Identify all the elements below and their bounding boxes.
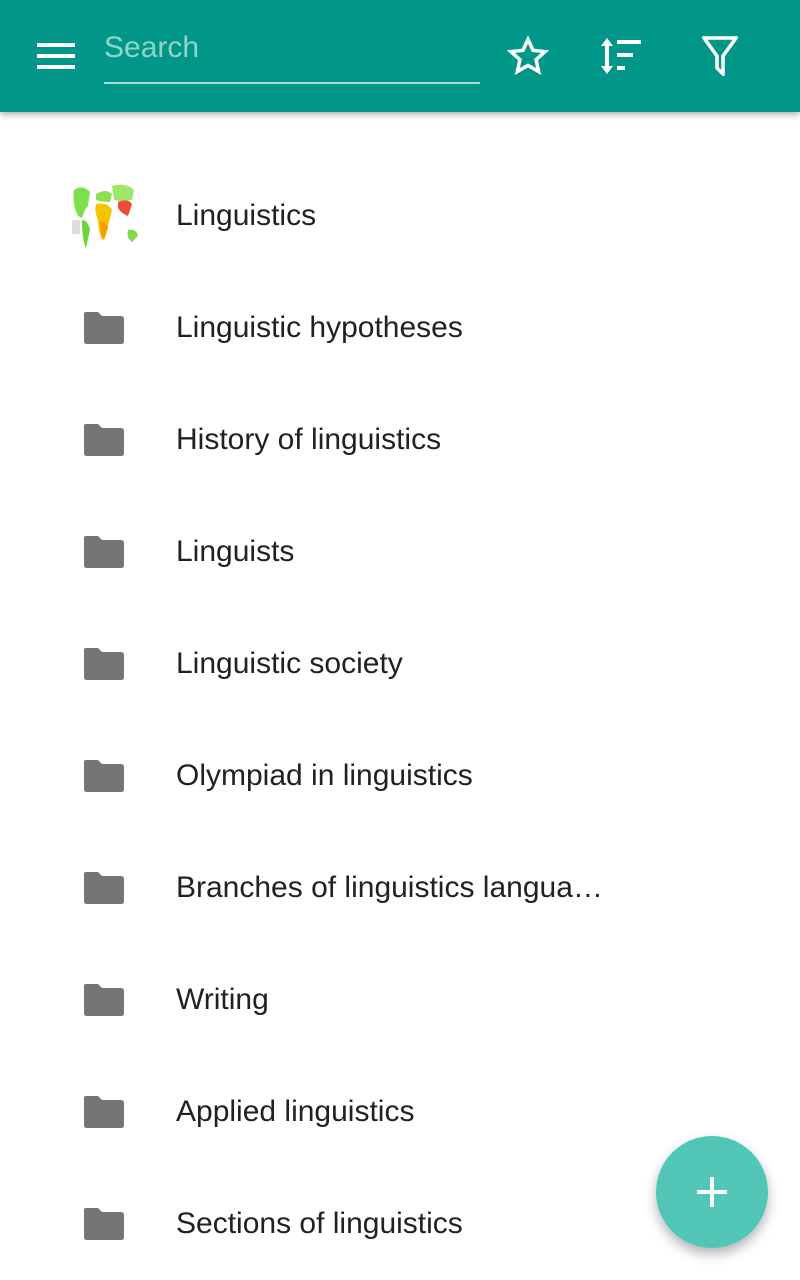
list-item[interactable]: History of linguistics xyxy=(0,384,800,496)
list-item-label: Linguists xyxy=(176,535,295,568)
list-item[interactable]: Linguistic society xyxy=(0,608,800,720)
list-item[interactable]: Olympiad in linguistics xyxy=(0,720,800,832)
folder-icon xyxy=(0,312,176,344)
list-item[interactable]: Linguistics xyxy=(0,160,800,272)
sort-icon xyxy=(601,38,641,74)
menu-button[interactable] xyxy=(24,30,88,82)
app-bar xyxy=(0,0,800,112)
star-icon xyxy=(507,35,549,76)
list-item-label: Writing xyxy=(176,983,269,1016)
list-item[interactable]: Linguistic hypotheses xyxy=(0,272,800,384)
thumbnail xyxy=(0,180,176,252)
list-item-label: Branches of linguistics langua… xyxy=(176,871,603,904)
favorites-button[interactable] xyxy=(500,28,556,84)
menu-icon xyxy=(37,43,75,69)
folder-icon xyxy=(0,536,176,568)
list-item-label: Applied linguistics xyxy=(176,1095,415,1128)
folder-icon xyxy=(0,424,176,456)
world-map-thumbnail-icon xyxy=(72,184,138,248)
filter-button[interactable] xyxy=(692,28,748,84)
list-item-label: History of linguistics xyxy=(176,423,442,456)
add-button[interactable] xyxy=(656,1136,768,1248)
folder-icon xyxy=(0,984,176,1016)
list-item[interactable]: Branches of linguistics langua… xyxy=(0,832,800,944)
folder-icon xyxy=(0,760,176,792)
list-item-label: Sections of linguistics xyxy=(176,1207,463,1240)
folder-icon xyxy=(0,1096,176,1128)
search-input[interactable] xyxy=(104,22,480,74)
list-item-label: Linguistics xyxy=(176,199,317,232)
filter-icon xyxy=(702,36,738,76)
sort-button[interactable] xyxy=(594,28,650,84)
folder-icon xyxy=(0,648,176,680)
list-item-label: Linguistic hypotheses xyxy=(176,311,463,344)
plus-icon xyxy=(697,1177,727,1207)
category-list: Linguistics Linguistic hypotheses Histor… xyxy=(0,160,800,1280)
list-item-label: Linguistic society xyxy=(176,647,403,680)
folder-icon xyxy=(0,1208,176,1240)
list-item-label: Olympiad in linguistics xyxy=(176,759,473,792)
search-field xyxy=(104,22,480,84)
folder-icon xyxy=(0,872,176,904)
list-item[interactable]: Linguists xyxy=(0,496,800,608)
list-item[interactable]: Writing xyxy=(0,944,800,1056)
